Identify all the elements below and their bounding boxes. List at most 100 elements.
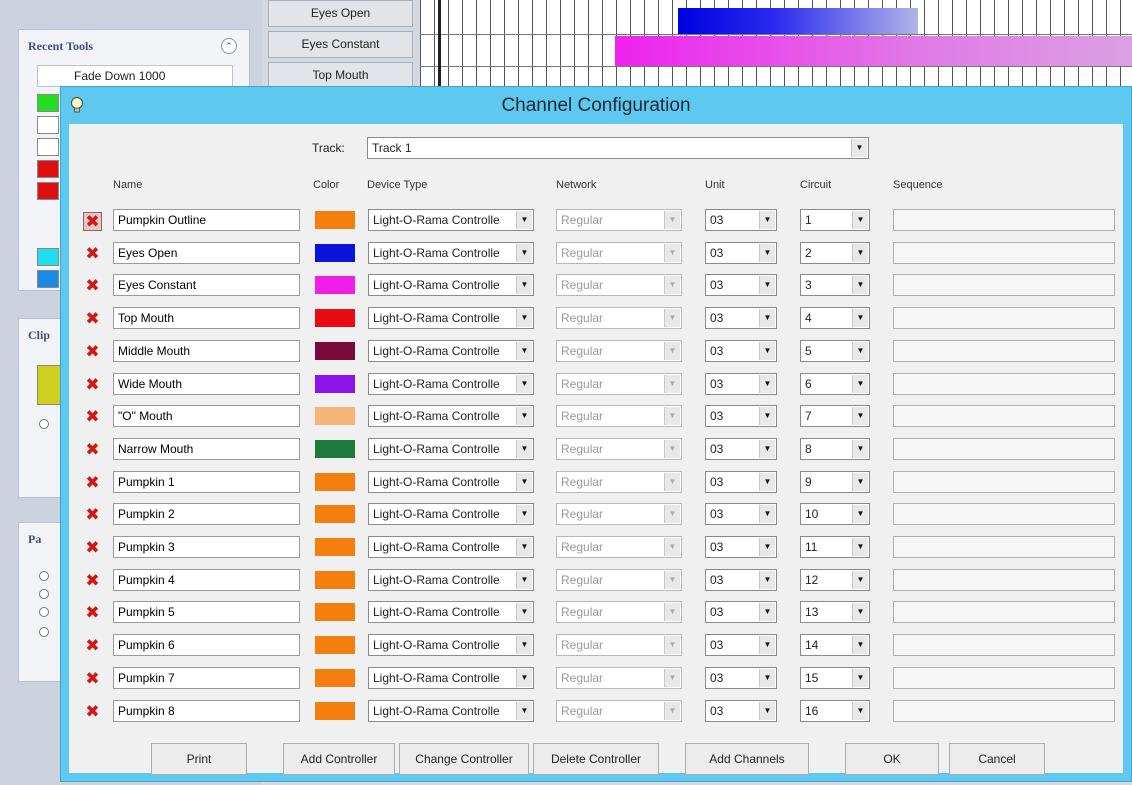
device-type-select[interactable]: Light-O-Rama Controlle ▼ <box>368 667 534 689</box>
delete-channel-icon[interactable]: ✖ <box>83 376 102 395</box>
chevron-down-icon[interactable]: ▼ <box>516 603 532 621</box>
channel-name-input[interactable] <box>113 503 300 525</box>
channel-name-input[interactable] <box>113 569 300 591</box>
chevron-down-icon[interactable]: ▼ <box>852 244 868 262</box>
circuit-select[interactable]: 8 ▼ <box>800 438 870 460</box>
delete-channel-icon[interactable]: ✖ <box>83 637 102 656</box>
circuit-select[interactable]: 6 ▼ <box>800 373 870 395</box>
chevron-down-icon[interactable]: ▼ <box>516 538 532 556</box>
unit-select[interactable]: 03 ▼ <box>705 242 777 264</box>
unit-select[interactable]: 03 ▼ <box>705 503 777 525</box>
delete-channel-icon[interactable]: ✖ <box>83 670 102 689</box>
channel-list-item[interactable]: Eyes Constant <box>268 31 413 58</box>
channel-color-swatch[interactable] <box>315 636 355 654</box>
chevron-down-icon[interactable]: ▼ <box>759 702 775 720</box>
color-swatch[interactable] <box>37 116 59 134</box>
chevron-down-icon[interactable]: ▼ <box>852 505 868 523</box>
chevron-down-icon[interactable]: ▼ <box>759 669 775 687</box>
channel-name-input[interactable] <box>113 438 300 460</box>
channel-name-input[interactable] <box>113 209 300 231</box>
circuit-select[interactable]: 5 ▼ <box>800 340 870 362</box>
chevron-down-icon[interactable]: ▼ <box>852 473 868 491</box>
chevron-down-icon[interactable]: ▼ <box>759 407 775 425</box>
recent-tool-item[interactable]: Fade Down 1000 <box>37 65 233 87</box>
channel-color-swatch[interactable] <box>315 571 355 589</box>
timeline-effect-block[interactable] <box>678 8 918 34</box>
delete-channel-icon[interactable]: ✖ <box>83 539 102 558</box>
chevron-down-icon[interactable]: ▼ <box>852 636 868 654</box>
channel-color-swatch[interactable] <box>315 342 355 360</box>
collapse-icon[interactable]: ⌃ <box>221 38 237 54</box>
delete-controller-button[interactable]: Delete Controller <box>533 743 659 775</box>
channel-list-item[interactable]: Eyes Open <box>268 0 413 27</box>
add-channels-button[interactable]: Add Channels <box>685 743 809 775</box>
channel-color-swatch[interactable] <box>315 407 355 425</box>
device-type-select[interactable]: Light-O-Rama Controlle ▼ <box>368 373 534 395</box>
chevron-down-icon[interactable]: ▼ <box>759 440 775 458</box>
chevron-down-icon[interactable]: ▼ <box>852 571 868 589</box>
channel-color-swatch[interactable] <box>315 702 355 720</box>
delete-channel-icon[interactable]: ✖ <box>83 604 102 623</box>
circuit-select[interactable]: 9 ▼ <box>800 471 870 493</box>
radio-button[interactable] <box>39 419 49 429</box>
chevron-down-icon[interactable]: ▼ <box>759 538 775 556</box>
channel-color-swatch[interactable] <box>315 538 355 556</box>
chevron-down-icon[interactable]: ▼ <box>516 636 532 654</box>
unit-select[interactable]: 03 ▼ <box>705 274 777 296</box>
chevron-down-icon[interactable]: ▼ <box>759 276 775 294</box>
color-swatch[interactable] <box>37 160 59 178</box>
device-type-select[interactable]: Light-O-Rama Controlle ▼ <box>368 340 534 362</box>
chevron-down-icon[interactable]: ▼ <box>851 139 867 157</box>
unit-select[interactable]: 03 ▼ <box>705 601 777 623</box>
unit-select[interactable]: 03 ▼ <box>705 700 777 722</box>
device-type-select[interactable]: Light-O-Rama Controlle ▼ <box>368 242 534 264</box>
unit-select[interactable]: 03 ▼ <box>705 405 777 427</box>
device-type-select[interactable]: Light-O-Rama Controlle ▼ <box>368 634 534 656</box>
channel-list-item[interactable]: Top Mouth <box>268 62 413 89</box>
channel-color-swatch[interactable] <box>315 375 355 393</box>
unit-select[interactable]: 03 ▼ <box>705 438 777 460</box>
device-type-select[interactable]: Light-O-Rama Controlle ▼ <box>368 307 534 329</box>
channel-name-input[interactable] <box>113 307 300 329</box>
delete-channel-icon[interactable]: ✖ <box>83 703 102 722</box>
circuit-select[interactable]: 15 ▼ <box>800 667 870 689</box>
device-type-select[interactable]: Light-O-Rama Controlle ▼ <box>368 274 534 296</box>
change-controller-button[interactable]: Change Controller <box>399 743 529 775</box>
chevron-down-icon[interactable]: ▼ <box>759 211 775 229</box>
chevron-down-icon[interactable]: ▼ <box>516 407 532 425</box>
chevron-down-icon[interactable]: ▼ <box>516 276 532 294</box>
circuit-select[interactable]: 16 ▼ <box>800 700 870 722</box>
chevron-down-icon[interactable]: ▼ <box>852 342 868 360</box>
chevron-down-icon[interactable]: ▼ <box>852 603 868 621</box>
channel-name-input[interactable] <box>113 667 300 689</box>
unit-select[interactable]: 03 ▼ <box>705 471 777 493</box>
channel-color-swatch[interactable] <box>315 244 355 262</box>
radio-button[interactable] <box>39 627 49 637</box>
chevron-down-icon[interactable]: ▼ <box>852 669 868 687</box>
chevron-down-icon[interactable]: ▼ <box>852 276 868 294</box>
delete-channel-icon[interactable]: ✖ <box>83 408 102 427</box>
unit-select[interactable]: 03 ▼ <box>705 536 777 558</box>
channel-color-swatch[interactable] <box>315 505 355 523</box>
delete-channel-icon[interactable]: ✖ <box>83 310 102 329</box>
device-type-select[interactable]: Light-O-Rama Controlle ▼ <box>368 536 534 558</box>
dialog-titlebar[interactable]: Channel Configuration <box>61 87 1131 124</box>
channel-color-swatch[interactable] <box>315 440 355 458</box>
device-type-select[interactable]: Light-O-Rama Controlle ▼ <box>368 569 534 591</box>
circuit-select[interactable]: 12 ▼ <box>800 569 870 591</box>
unit-select[interactable]: 03 ▼ <box>705 667 777 689</box>
unit-select[interactable]: 03 ▼ <box>705 307 777 329</box>
circuit-select[interactable]: 14 ▼ <box>800 634 870 656</box>
channel-name-input[interactable] <box>113 405 300 427</box>
color-swatch[interactable] <box>37 248 59 266</box>
device-type-select[interactable]: Light-O-Rama Controlle ▼ <box>368 700 534 722</box>
unit-select[interactable]: 03 ▼ <box>705 209 777 231</box>
chevron-down-icon[interactable]: ▼ <box>759 473 775 491</box>
chevron-down-icon[interactable]: ▼ <box>516 505 532 523</box>
chevron-down-icon[interactable]: ▼ <box>852 375 868 393</box>
channel-name-input[interactable] <box>113 700 300 722</box>
delete-channel-icon[interactable]: ✖ <box>83 506 102 525</box>
chevron-down-icon[interactable]: ▼ <box>759 636 775 654</box>
chevron-down-icon[interactable]: ▼ <box>516 211 532 229</box>
channel-color-swatch[interactable] <box>315 473 355 491</box>
